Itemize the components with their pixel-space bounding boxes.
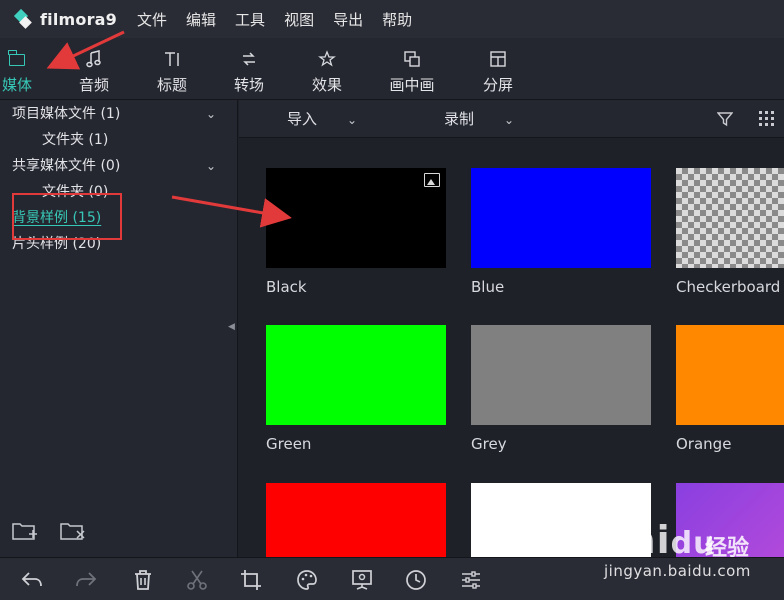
music-note-icon (74, 50, 114, 72)
tab-pip[interactable]: 画中画 (385, 38, 439, 100)
tile-grey-label: Grey (471, 435, 507, 453)
tree-shared-media-label: 共享媒体文件 (0) (12, 158, 121, 174)
tile-blue-label: Blue (471, 278, 505, 296)
grid-view-icon[interactable] (759, 111, 777, 129)
tab-media[interactable]: 媒体 (0, 38, 34, 100)
tile-red[interactable] (266, 483, 446, 557)
audio-mixer-icon[interactable] (459, 568, 483, 592)
split-screen-icon (478, 50, 518, 72)
tile-orange-label: Orange (676, 435, 732, 453)
menu-export[interactable]: 导出 (333, 9, 363, 30)
tab-transitions[interactable]: 转场 (229, 38, 269, 100)
green-screen-icon[interactable] (350, 568, 374, 592)
watermark-brand: Baidu (600, 518, 716, 562)
image-icon (424, 173, 440, 187)
color-palette-icon[interactable] (295, 568, 319, 592)
redo-icon[interactable] (74, 568, 98, 592)
chevron-down-icon[interactable]: ⌄ (206, 153, 216, 179)
app-logo-text: filmora9 (40, 9, 118, 29)
tab-audio[interactable]: 音频 (74, 38, 114, 100)
record-label: 录制 (444, 110, 475, 128)
tab-split-screen-label: 分屏 (482, 76, 513, 94)
tab-audio-label: 音频 (78, 76, 109, 94)
tab-pip-label: 画中画 (389, 76, 435, 94)
media-grid: Black Blue Checkerboard Green Grey Orang… (239, 139, 784, 557)
tile-green[interactable] (266, 325, 446, 425)
watermark-url: jingyan.baidu.com (604, 562, 751, 580)
folder-icon (0, 50, 34, 72)
effects-icon (307, 50, 347, 72)
chevron-down-icon[interactable]: ⌄ (206, 101, 216, 127)
import-label: 导入 (287, 110, 318, 128)
collapse-sidebar-icon[interactable]: ◀ (228, 322, 236, 334)
crop-icon[interactable] (239, 568, 263, 592)
tree-project-folder[interactable]: 文件夹 (1) (0, 127, 238, 153)
delete-icon[interactable] (131, 568, 155, 592)
tile-green-label: Green (266, 435, 312, 453)
speed-icon[interactable] (404, 568, 428, 592)
tab-transitions-label: 转场 (233, 76, 264, 94)
tab-titles-label: 标题 (156, 76, 187, 94)
baidu-jingyan-watermark: Baidu 经验 jingyan.baidu.com (592, 512, 782, 592)
tab-effects[interactable]: 效果 (307, 38, 347, 100)
text-title-icon (152, 50, 192, 72)
filter-icon[interactable] (716, 111, 734, 127)
tile-orange[interactable] (676, 325, 784, 425)
menu-help[interactable]: 帮助 (382, 9, 412, 30)
tab-titles[interactable]: 标题 (152, 38, 192, 100)
app-logo: filmora9 (14, 9, 117, 29)
tile-black[interactable] (266, 168, 446, 268)
media-sidebar: 项目媒体文件 (1) ⌄ 文件夹 (1) 共享媒体文件 (0) ⌄ 文件夹 (0… (0, 100, 238, 557)
delete-folder-icon[interactable] (60, 520, 85, 542)
content-toolbar: 导入 ⌄ 录制 ⌄ (239, 100, 784, 138)
tree-project-media-label: 项目媒体文件 (1) (12, 106, 121, 122)
import-dropdown[interactable]: 导入 ⌄ (287, 100, 357, 138)
tile-grey[interactable] (471, 325, 651, 425)
tab-effects-label: 效果 (311, 76, 342, 94)
tree-project-folder-label: 文件夹 (1) (42, 132, 109, 148)
main-tabs: 媒体 音频 标题 转场 效果 画中画 分屏 (0, 38, 784, 100)
tab-media-label: 媒体 (1, 76, 32, 94)
chevron-down-icon: ⌄ (504, 113, 515, 127)
new-folder-icon[interactable] (12, 520, 37, 542)
undo-icon[interactable] (20, 568, 44, 592)
filmora-logo-icon (14, 9, 34, 29)
tab-split-screen[interactable]: 分屏 (478, 38, 518, 100)
tile-blue[interactable] (471, 168, 651, 268)
record-dropdown[interactable]: 录制 ⌄ (444, 100, 514, 138)
tile-checkerboard[interactable] (676, 168, 784, 268)
cut-icon[interactable] (185, 568, 209, 592)
menu-edit[interactable]: 编辑 (186, 9, 216, 30)
tile-black-label: Black (266, 278, 307, 296)
highlight-box (12, 193, 122, 240)
watermark-cn: 经验 (705, 536, 750, 561)
menu-view[interactable]: 视图 (284, 9, 314, 30)
tree-project-media[interactable]: 项目媒体文件 (1) ⌄ (0, 101, 238, 127)
tree-shared-media[interactable]: 共享媒体文件 (0) ⌄ (0, 153, 238, 179)
pip-icon (385, 50, 439, 72)
tile-checkerboard-label: Checkerboard (676, 278, 781, 296)
menu-tools[interactable]: 工具 (235, 9, 265, 30)
menu-file[interactable]: 文件 (137, 9, 167, 30)
transition-icon (229, 50, 269, 72)
title-bar: filmora9 文件 编辑 工具 视图 导出 帮助 (0, 0, 784, 38)
chevron-down-icon: ⌄ (347, 113, 358, 127)
